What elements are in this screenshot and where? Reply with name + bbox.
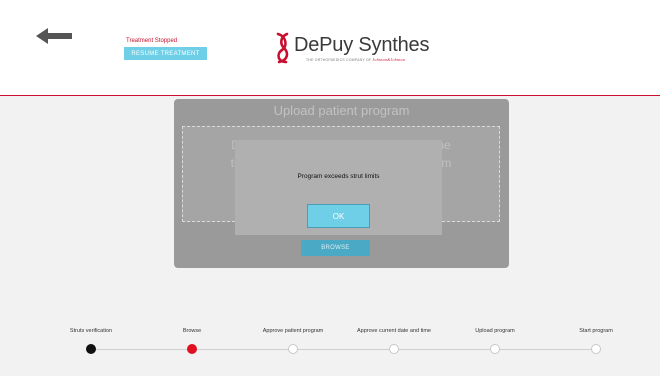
strut-limit-dialog: Program exceeds strut limits OK xyxy=(235,140,442,235)
step-label: Upload program xyxy=(475,328,515,334)
step-indicator-pending xyxy=(591,344,601,354)
stepper-track xyxy=(91,349,596,350)
depuy-synthes-logo: DePuy Synthes THE ORTHOPAEDICS COMPANY O… xyxy=(272,32,429,66)
header: Treatment Stopped RESUME TREATMENT DePuy… xyxy=(0,0,660,95)
logo-tagline-text: THE ORTHOPAEDICS COMPANY OF xyxy=(306,58,372,62)
ok-button[interactable]: OK xyxy=(307,204,370,228)
browse-button[interactable]: BROWSE xyxy=(301,240,370,256)
treatment-status: Treatment Stopped xyxy=(126,38,178,44)
panel-title: Upload patient program xyxy=(273,103,410,118)
step-indicator-pending xyxy=(389,344,399,354)
header-divider xyxy=(0,95,660,96)
resume-treatment-button[interactable]: RESUME TREATMENT xyxy=(124,47,207,60)
back-button[interactable] xyxy=(36,28,72,44)
dialog-message: Program exceeds strut limits xyxy=(297,173,380,180)
logo-mark-icon xyxy=(276,32,289,64)
step-label: Approve patient program xyxy=(262,328,324,334)
step-label: Approve current date and time xyxy=(357,328,431,334)
arrow-left-icon xyxy=(36,28,72,44)
logo-parent-company: Johnson&Johnson xyxy=(372,57,406,62)
step-indicator-pending xyxy=(490,344,500,354)
logo-tagline: THE ORTHOPAEDICS COMPANY OF Johnson&John… xyxy=(306,57,405,62)
step-indicator-active xyxy=(187,344,197,354)
step-label: Start program xyxy=(579,328,613,334)
step-indicator-pending xyxy=(288,344,298,354)
step-indicator-done xyxy=(86,344,96,354)
step-label: Struts verification xyxy=(69,328,113,334)
progress-stepper: Struts verification Browse Approve patie… xyxy=(0,325,660,365)
step-label: Browse xyxy=(182,328,202,334)
logo-name: DePuy Synthes xyxy=(294,34,430,56)
